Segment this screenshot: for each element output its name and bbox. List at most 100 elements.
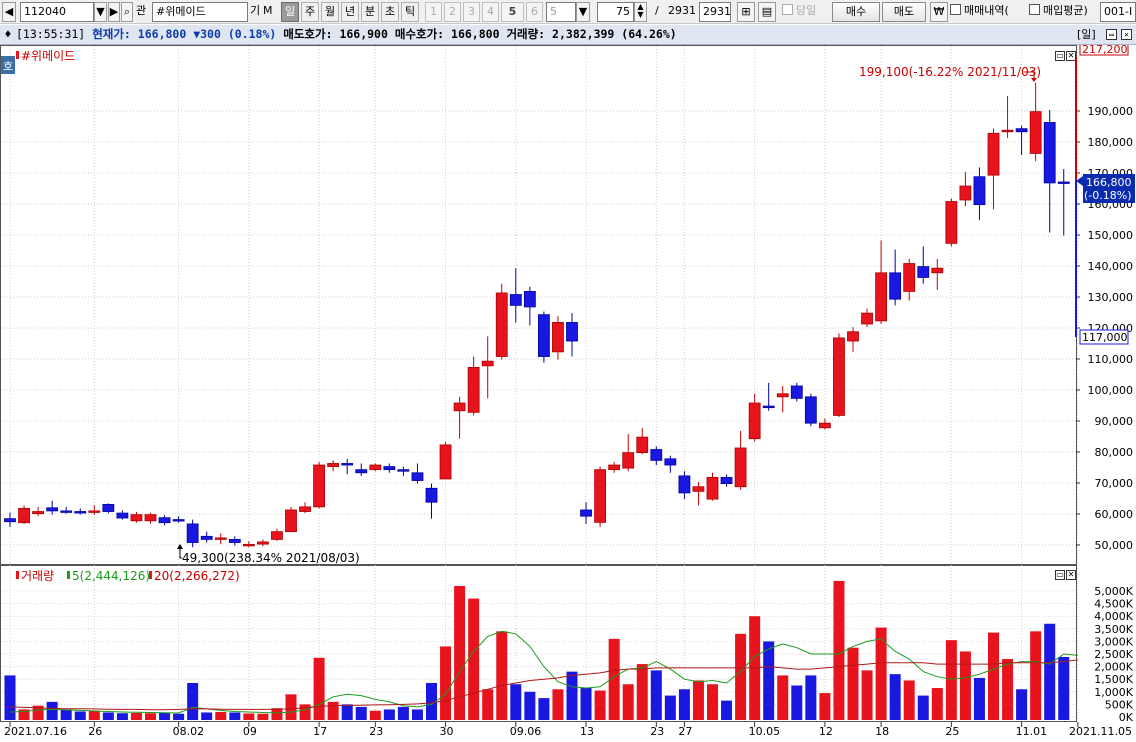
sell-button[interactable]: 매도 [882, 2, 926, 22]
interval-1-button[interactable]: 1 [425, 2, 442, 22]
price-panel-close-icon[interactable]: ✕ [1066, 51, 1076, 61]
interval-select-arrow-icon[interactable]: ▼ [576, 2, 590, 22]
volume-bar [201, 712, 213, 720]
close-window-icon[interactable]: ✕ [1121, 29, 1132, 40]
candle-body [495, 292, 508, 357]
period-day-button[interactable]: 일 [281, 2, 299, 22]
volume-bar [243, 713, 255, 720]
volume-bar [791, 685, 803, 720]
volume-bar [468, 598, 480, 720]
interval-4-button[interactable]: 4 [482, 2, 499, 22]
volume-bar [215, 711, 227, 720]
candle-body [959, 185, 972, 201]
candle-body [790, 385, 803, 399]
bid-price-value: 166,800 [451, 27, 500, 41]
price-tick-label: 60,000 [1095, 508, 1134, 521]
volume-bar [440, 646, 452, 720]
interval-select[interactable]: 5 [546, 2, 576, 22]
candle-body [931, 267, 944, 274]
quote-info-bar: ♦ [13:55:31] 현재가: 166,800 ▼300 (0.18%) 매도… [0, 25, 1136, 45]
m-label[interactable]: M [263, 2, 275, 22]
volume-marker-icon [16, 571, 19, 579]
volume-tick-label: 4,500K [1094, 598, 1133, 611]
price-tick-label: 140,000 [1088, 260, 1134, 273]
save-disk-icon[interactable]: ▤ [758, 2, 776, 22]
period-second-button[interactable]: 초 [381, 2, 399, 22]
volume-bar [819, 693, 831, 720]
dropdown-arrow-icon[interactable]: ▼ [94, 2, 107, 22]
volume-bar [173, 713, 185, 720]
candle [594, 466, 606, 528]
volume-tick-label: 1,000K [1094, 686, 1133, 699]
trade-history-label: 매매내역( [964, 4, 1009, 17]
trade-history-checkbox[interactable]: 매매내역( [950, 2, 1030, 22]
period-minute-button[interactable]: 분 [361, 2, 379, 22]
date-tick-label: 25 [945, 725, 959, 738]
volume-bar [917, 695, 929, 720]
volume-bar [805, 675, 817, 720]
candle-body [214, 537, 227, 540]
candle [285, 506, 297, 533]
side-tab-label: 호 [3, 60, 13, 73]
candle-body [804, 396, 817, 424]
period-year-button[interactable]: 년 [341, 2, 359, 22]
volume-bar [1002, 659, 1014, 720]
spinner-arrows-icon[interactable]: ▲ ▼ [634, 2, 647, 22]
date-tick-label: 27 [678, 725, 692, 738]
candle-body [1029, 111, 1042, 154]
total-count-box[interactable]: 2931 [699, 2, 731, 22]
stock-name-field[interactable]: #위메이드 [152, 2, 248, 22]
chart-area[interactable]: 190,000 180,000 170,000 160,000 150,000 140,0… [0, 40, 1136, 739]
avg-price-checkbox[interactable]: 매입평균) [1029, 2, 1099, 22]
restore-window-icon[interactable]: ▭ [1106, 29, 1117, 40]
volume-bar [257, 713, 269, 720]
volume-bar [622, 684, 634, 720]
next-arrow-icon[interactable]: ▶ [108, 2, 120, 22]
total-count-label: 2931 [668, 4, 696, 17]
candle-body [678, 475, 691, 494]
volume-bar [931, 688, 943, 720]
filter-label[interactable]: 관 [134, 2, 148, 22]
period-month-button[interactable]: 월 [321, 2, 339, 22]
volume-bar [383, 709, 395, 720]
period-week-button[interactable]: 주 [301, 2, 319, 22]
volume-value: 2,382,399 [552, 27, 615, 41]
candle-body [102, 503, 115, 512]
chart-svg[interactable]: 190,000180,000170,000160,000150,000140,0… [0, 40, 1136, 739]
period-tick-button[interactable]: 틱 [401, 2, 419, 22]
won-button[interactable]: ₩ [930, 2, 948, 22]
search-icon[interactable]: ⌕ [121, 2, 133, 22]
candle-body [636, 436, 649, 454]
candle-body [1043, 122, 1056, 184]
same-day-checkbox[interactable]: 당일 [782, 2, 828, 22]
date-axis-labels: 2021.07.16 26 08.02 09 17 23 30 09.06 13 23 27 10.0… [4, 722, 1132, 738]
volume-panel-maximize-icon[interactable]: ▭ [1055, 570, 1065, 580]
chart-add-icon[interactable]: ⊞ [737, 2, 755, 22]
volume-panel-close-icon[interactable]: ✕ [1066, 570, 1076, 580]
pin-icon[interactable]: ♦ [0, 25, 16, 44]
candle-body [327, 463, 340, 467]
volume-panel-title: 거래량 [21, 569, 54, 583]
interval-3-button[interactable]: 3 [463, 2, 480, 22]
ma5-marker-icon [67, 571, 70, 579]
interval-2-button[interactable]: 2 [444, 2, 461, 22]
candle-body [116, 512, 129, 519]
volume-bar [299, 704, 311, 720]
date-tick-label: 08.02 [173, 725, 205, 738]
interval-6-button[interactable]: 6 [526, 2, 543, 22]
back-arrow-icon[interactable]: ◀ [2, 2, 16, 22]
account-select[interactable]: 001-I [1100, 2, 1136, 22]
price-panel-maximize-icon[interactable]: ▭ [1055, 51, 1065, 61]
view-count-input[interactable]: 75 [597, 2, 634, 22]
stock-code-input[interactable]: 112040 [20, 2, 94, 22]
buy-button[interactable]: 매수 [832, 2, 880, 22]
gi-label[interactable]: 기 [250, 2, 262, 22]
interval-5-button[interactable]: 5 [501, 2, 524, 22]
price-tick-label: 80,000 [1095, 446, 1134, 459]
candle-body [453, 402, 466, 412]
same-day-label: 당일 [796, 4, 817, 17]
volume-bar [650, 670, 662, 720]
price-tick-label: 70,000 [1095, 477, 1134, 490]
current-price-tag-pct: (-0.18%) [1084, 189, 1132, 202]
volume-bar [271, 708, 283, 720]
